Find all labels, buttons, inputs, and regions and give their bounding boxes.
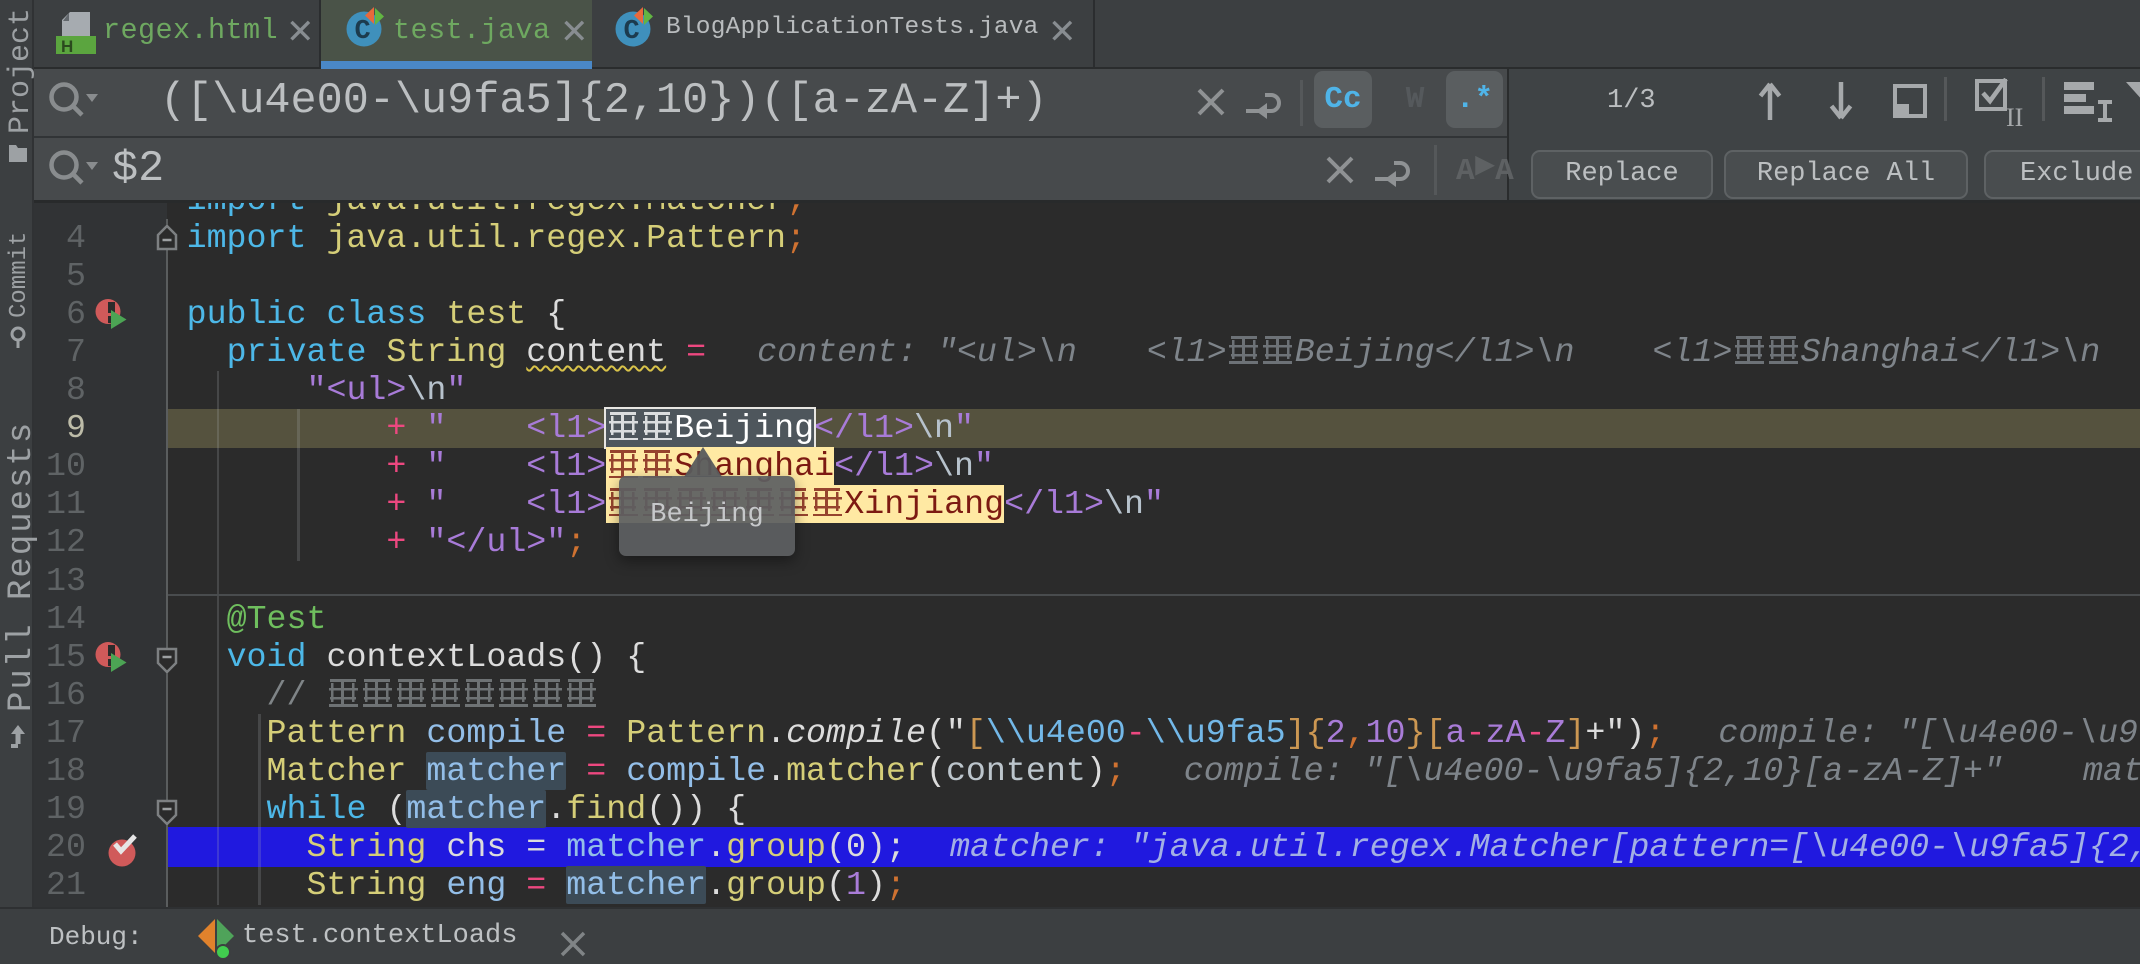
svg-text:C: C xyxy=(355,17,371,47)
svg-text:H: H xyxy=(61,37,73,54)
svg-text:C: C xyxy=(624,17,640,47)
svg-text:II: II xyxy=(2006,103,2023,128)
